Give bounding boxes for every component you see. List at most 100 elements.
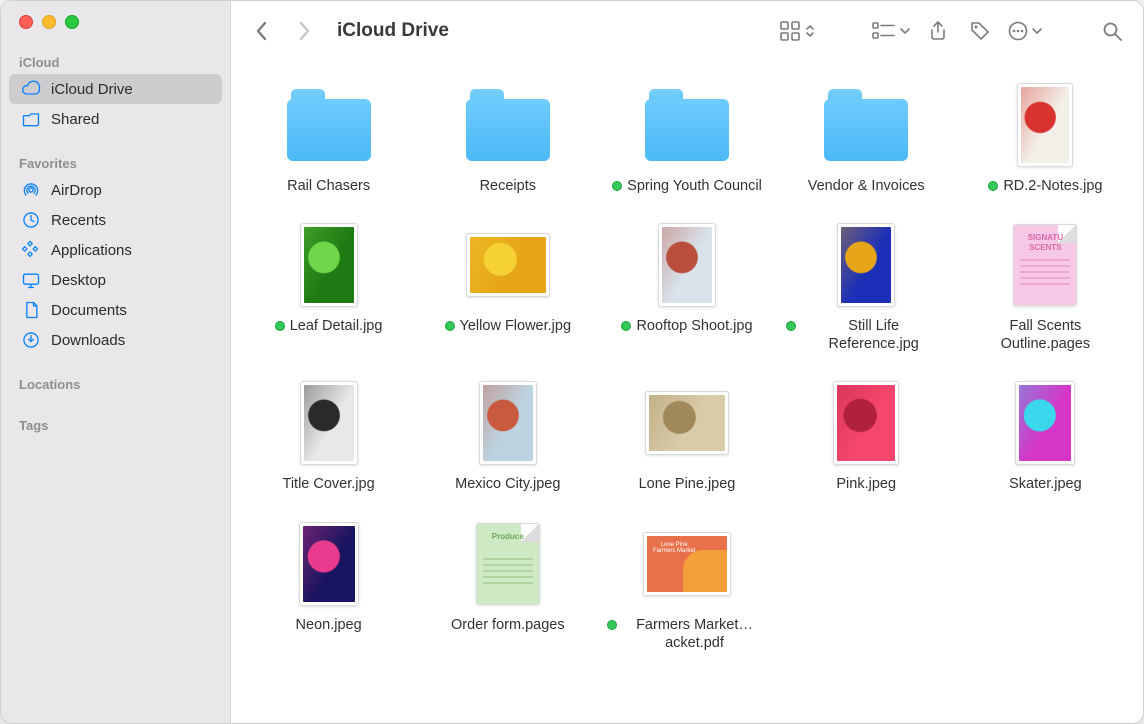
file-item[interactable]: RD.2-Notes.jpg bbox=[956, 83, 1135, 195]
sidebar-item-recents[interactable]: Recents bbox=[9, 205, 222, 235]
desktop-icon bbox=[21, 270, 41, 290]
file-grid-area[interactable]: Rail Chasers Receipts Spring Youth Council… bbox=[231, 61, 1143, 723]
file-item[interactable]: Rooftop Shoot.jpg bbox=[597, 223, 776, 353]
file-item[interactable]: Lone Pine.jpeg bbox=[597, 381, 776, 493]
file-label: Farmers Market…acket.pdf bbox=[607, 616, 767, 652]
tag-dot-green bbox=[988, 181, 998, 191]
zoom-window-button[interactable] bbox=[65, 15, 79, 29]
folder-icon bbox=[645, 89, 729, 161]
cloud-icon bbox=[21, 79, 41, 99]
sidebar-item-shared[interactable]: Shared bbox=[9, 104, 222, 134]
file-label: Rooftop Shoot.jpg bbox=[621, 317, 752, 335]
file-label: RD.2-Notes.jpg bbox=[988, 177, 1102, 195]
file-item[interactable]: Vendor & Invoices bbox=[777, 83, 956, 195]
sidebar-item-label: Desktop bbox=[51, 272, 106, 289]
close-window-button[interactable] bbox=[19, 15, 33, 29]
pdf-thumbnail: Lone PineFarmers Market bbox=[643, 532, 731, 596]
airdrop-icon bbox=[21, 180, 41, 200]
doc-icon bbox=[21, 300, 41, 320]
document-thumbnail: SIGNATUSCENTS bbox=[1013, 224, 1077, 306]
file-label: Spring Youth Council bbox=[612, 177, 762, 195]
file-label: Neon.jpeg bbox=[296, 616, 362, 634]
location-title: iCloud Drive bbox=[337, 20, 449, 42]
tag-dot-green bbox=[445, 321, 455, 331]
sidebar: iCloud iCloud Drive Shared FavoritesAirDrop… bbox=[1, 1, 231, 723]
sidebar-item-label: iCloud Drive bbox=[51, 81, 133, 98]
image-thumbnail bbox=[658, 223, 716, 307]
file-item[interactable]: Receipts bbox=[418, 83, 597, 195]
file-item[interactable]: Yellow Flower.jpg bbox=[418, 223, 597, 353]
file-item[interactable]: Skater.jpeg bbox=[956, 381, 1135, 493]
tags-button[interactable] bbox=[965, 16, 995, 46]
sidebar-item-label: Recents bbox=[51, 212, 106, 229]
back-button[interactable] bbox=[247, 16, 277, 46]
file-item[interactable]: Still Life Reference.jpg bbox=[777, 223, 956, 353]
file-item[interactable]: Spring Youth Council bbox=[597, 83, 776, 195]
sidebar-item-desktop[interactable]: Desktop bbox=[9, 265, 222, 295]
file-label: Title Cover.jpg bbox=[283, 475, 375, 493]
chevron-down-icon bbox=[1031, 20, 1043, 42]
chevron-down-icon bbox=[899, 20, 911, 42]
tag-dot-green bbox=[621, 321, 631, 331]
image-thumbnail bbox=[466, 233, 550, 297]
forward-button[interactable] bbox=[289, 16, 319, 46]
image-thumbnail bbox=[300, 223, 358, 307]
sidebar-section-label: Locations bbox=[1, 371, 230, 396]
file-item[interactable]: Leaf Detail.jpg bbox=[239, 223, 418, 353]
sidebar-item-downloads[interactable]: Downloads bbox=[9, 325, 222, 355]
sidebar-item-documents[interactable]: Documents bbox=[9, 295, 222, 325]
file-label: Leaf Detail.jpg bbox=[275, 317, 383, 335]
image-thumbnail bbox=[1015, 381, 1075, 465]
chevron-updown-icon bbox=[803, 20, 817, 42]
file-item[interactable]: Pink.jpeg bbox=[777, 381, 956, 493]
clock-icon bbox=[21, 210, 41, 230]
view-switcher[interactable] bbox=[779, 20, 817, 42]
folder-icon bbox=[287, 89, 371, 161]
image-thumbnail bbox=[645, 391, 729, 455]
share-button[interactable] bbox=[923, 16, 953, 46]
more-button[interactable] bbox=[1007, 20, 1043, 42]
image-thumbnail bbox=[300, 381, 358, 465]
file-label: Receipts bbox=[480, 177, 536, 195]
file-label: Rail Chasers bbox=[287, 177, 370, 195]
group-button[interactable] bbox=[871, 20, 911, 42]
download-icon bbox=[21, 330, 41, 350]
file-label: Yellow Flower.jpg bbox=[445, 317, 572, 335]
image-thumbnail bbox=[299, 522, 359, 606]
file-item[interactable]: Mexico City.jpeg bbox=[418, 381, 597, 493]
tag-dot-green bbox=[607, 620, 617, 630]
sidebar-item-airdrop[interactable]: AirDrop bbox=[9, 175, 222, 205]
file-item[interactable]: Rail Chasers bbox=[239, 83, 418, 195]
sidebar-item-label: Documents bbox=[51, 302, 127, 319]
file-item[interactable]: SIGNATUSCENTS Fall Scents Outline.pages bbox=[956, 223, 1135, 353]
file-item[interactable]: ProduceOrder form.pages bbox=[418, 522, 597, 652]
sidebar-section-label: iCloud bbox=[1, 49, 230, 74]
main-panel: iCloud Drive bbox=[231, 1, 1143, 723]
document-thumbnail: Produce bbox=[476, 523, 540, 605]
file-label: Pink.jpeg bbox=[836, 475, 896, 493]
toolbar: iCloud Drive bbox=[231, 1, 1143, 61]
sidebar-item-label: Applications bbox=[51, 242, 132, 259]
sidebar-section-label: Tags bbox=[1, 412, 230, 437]
file-label: Mexico City.jpeg bbox=[455, 475, 560, 493]
file-item[interactable]: Neon.jpeg bbox=[239, 522, 418, 652]
sidebar-section-label: Favorites bbox=[1, 150, 230, 175]
folder-icon bbox=[824, 89, 908, 161]
file-label: Skater.jpeg bbox=[1009, 475, 1082, 493]
search-button[interactable] bbox=[1097, 16, 1127, 46]
tag-dot-green bbox=[786, 321, 796, 331]
image-thumbnail bbox=[479, 381, 537, 465]
image-thumbnail bbox=[1017, 83, 1073, 167]
minimize-window-button[interactable] bbox=[42, 15, 56, 29]
shared-icon bbox=[21, 109, 41, 129]
image-thumbnail bbox=[837, 223, 895, 307]
file-label: Still Life Reference.jpg bbox=[786, 317, 946, 353]
file-label: Fall Scents Outline.pages bbox=[965, 317, 1125, 353]
tag-dot-green bbox=[275, 321, 285, 331]
sidebar-item-icloud-drive[interactable]: iCloud Drive bbox=[9, 74, 222, 104]
sidebar-item-applications[interactable]: Applications bbox=[9, 235, 222, 265]
file-item[interactable]: Lone PineFarmers Market Farmers Market…ac… bbox=[597, 522, 776, 652]
file-item[interactable]: Title Cover.jpg bbox=[239, 381, 418, 493]
apps-icon bbox=[21, 240, 41, 260]
folder-icon bbox=[466, 89, 550, 161]
